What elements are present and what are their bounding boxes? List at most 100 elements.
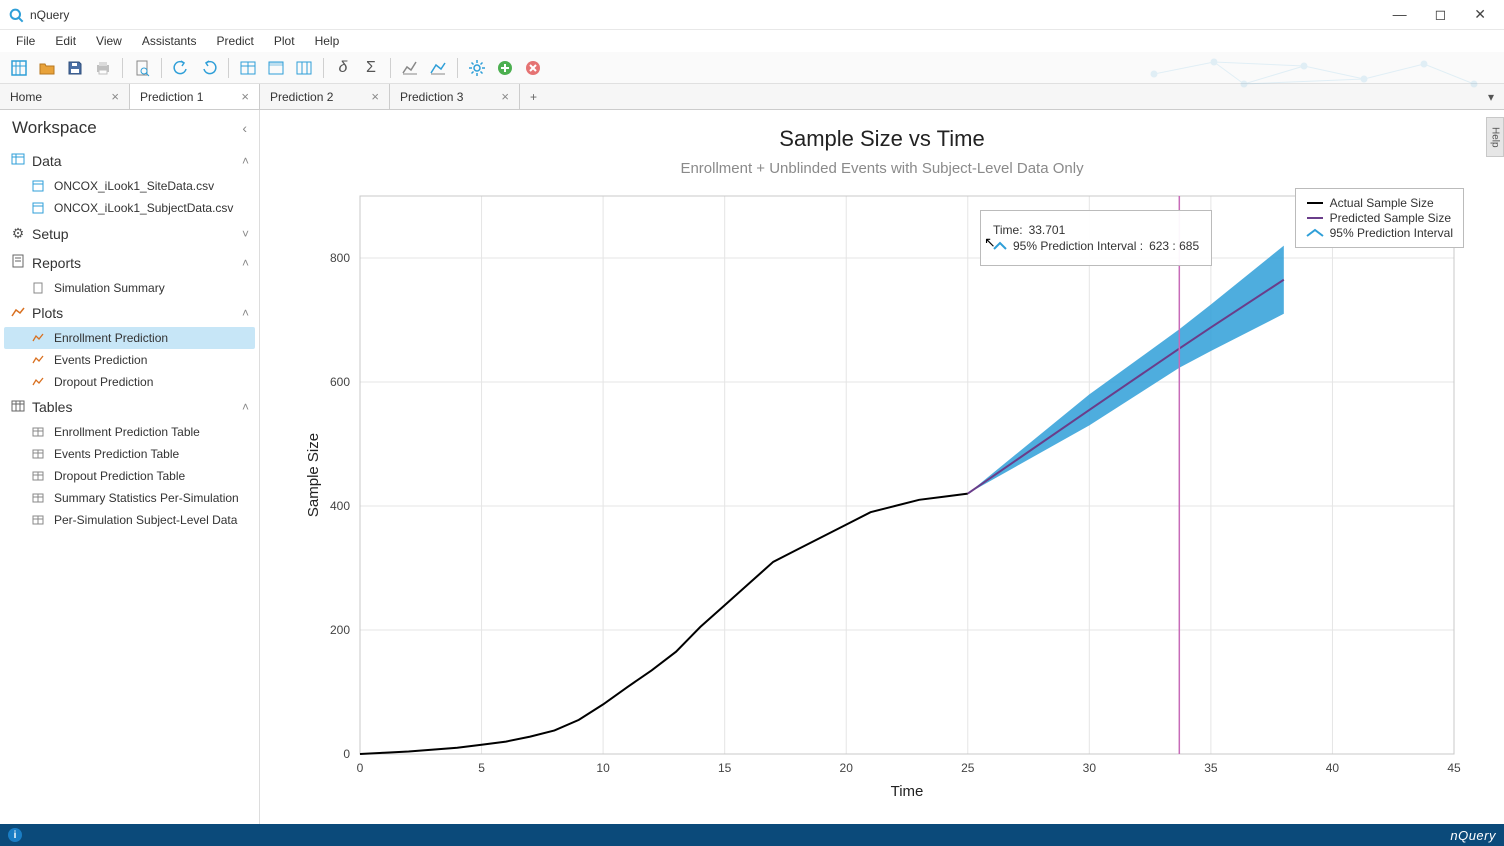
print-button[interactable] (90, 55, 116, 81)
tab-home[interactable]: Home× (0, 84, 130, 109)
menu-predict[interactable]: Predict (209, 32, 262, 50)
svg-text:Sample Size: Sample Size (305, 433, 322, 517)
preview-button[interactable] (129, 55, 155, 81)
tab-prediction1[interactable]: Prediction 1× (130, 84, 260, 109)
table-item-persim[interactable]: Per-Simulation Subject-Level Data (4, 509, 255, 531)
legend-item: 95% Prediction Interval (1330, 226, 1453, 240)
plot-icon (32, 333, 48, 343)
legend-item: Actual Sample Size (1330, 196, 1434, 210)
help-tab[interactable]: Help (1486, 117, 1504, 157)
table-item-summary[interactable]: Summary Statistics Per-Simulation (4, 487, 255, 509)
tooltip-time-label: Time: (993, 223, 1023, 237)
chart-title: Sample Size vs Time (260, 126, 1504, 152)
table2-button[interactable] (263, 55, 289, 81)
svg-text:30: 30 (1083, 761, 1097, 775)
data-item-site[interactable]: ONCOX_iLook1_SiteData.csv (4, 175, 255, 197)
plot-item-events[interactable]: Events Prediction (4, 349, 255, 371)
svg-text:600: 600 (330, 375, 350, 389)
tab-overflow-button[interactable]: ▾ (1478, 84, 1504, 109)
svg-text:40: 40 (1326, 761, 1340, 775)
close-button[interactable]: ✕ (1474, 6, 1486, 23)
svg-text:25: 25 (961, 761, 975, 775)
status-brand: nQuery (1450, 828, 1496, 843)
save-button[interactable] (62, 55, 88, 81)
section-plots[interactable]: Plots ˄ (4, 299, 255, 327)
menu-assistants[interactable]: Assistants (134, 32, 205, 50)
remove-button[interactable] (520, 55, 546, 81)
section-label: Tables (32, 399, 72, 415)
chart-panel: Help Sample Size vs Time Enrollment + Un… (260, 110, 1504, 824)
data-item-subject[interactable]: ONCOX_iLook1_SubjectData.csv (4, 197, 255, 219)
table-item-enroll[interactable]: Enrollment Prediction Table (4, 421, 255, 443)
table-item-dropout[interactable]: Dropout Prediction Table (4, 465, 255, 487)
item-label: Summary Statistics Per-Simulation (54, 491, 239, 505)
table-icon (10, 399, 26, 415)
title-bar: nQuery — ◻ ✕ (0, 0, 1504, 30)
grid-icon (32, 515, 48, 525)
tab-close-icon[interactable]: × (241, 89, 249, 104)
tab-close-icon[interactable]: × (111, 89, 119, 104)
menu-help[interactable]: Help (307, 32, 348, 50)
menu-edit[interactable]: Edit (47, 32, 84, 50)
table1-button[interactable] (235, 55, 261, 81)
item-label: ONCOX_iLook1_SubjectData.csv (54, 201, 233, 215)
menu-file[interactable]: File (8, 32, 43, 50)
status-bar: i nQuery (0, 824, 1504, 846)
tooltip-pi-value: 623 : 685 (1149, 239, 1199, 253)
tab-close-icon[interactable]: × (501, 89, 509, 104)
table-item-events[interactable]: Events Prediction Table (4, 443, 255, 465)
sigma-button[interactable]: Σ (358, 55, 384, 81)
tab-prediction2[interactable]: Prediction 2× (260, 84, 390, 109)
report-icon (10, 254, 26, 271)
item-label: Events Prediction (54, 353, 147, 367)
grid-icon (32, 449, 48, 459)
report-item-simsummary[interactable]: Simulation Summary (4, 277, 255, 299)
tab-label: Prediction 3 (400, 90, 463, 104)
menu-plot[interactable]: Plot (266, 32, 303, 50)
svg-text:10: 10 (596, 761, 610, 775)
section-tables[interactable]: Tables ˄ (4, 393, 255, 421)
redo-button[interactable] (196, 55, 222, 81)
section-data[interactable]: Data ˄ (4, 146, 255, 175)
tab-strip: Home× Prediction 1× Prediction 2× Predic… (0, 84, 1504, 110)
chart1-button[interactable] (397, 55, 423, 81)
tab-add-button[interactable]: + (520, 84, 547, 109)
minimize-button[interactable]: — (1393, 6, 1407, 23)
delta-button[interactable]: δ (330, 55, 356, 81)
section-reports[interactable]: Reports ˄ (4, 248, 255, 277)
svg-text:20: 20 (840, 761, 854, 775)
open-button[interactable] (34, 55, 60, 81)
legend-item: Predicted Sample Size (1330, 211, 1451, 225)
item-label: Per-Simulation Subject-Level Data (54, 513, 237, 527)
chart2-button[interactable] (425, 55, 451, 81)
table3-button[interactable] (291, 55, 317, 81)
maximize-button[interactable]: ◻ (1435, 6, 1447, 23)
tab-close-icon[interactable]: × (371, 89, 379, 104)
info-icon[interactable]: i (8, 828, 22, 842)
svg-text:Time: Time (891, 783, 924, 800)
plot-icon (32, 377, 48, 387)
svg-text:200: 200 (330, 623, 350, 637)
undo-button[interactable] (168, 55, 194, 81)
add-button[interactable] (492, 55, 518, 81)
svg-text:0: 0 (343, 747, 350, 761)
item-label: Simulation Summary (54, 281, 165, 295)
chart-svg[interactable]: 0510152025303540450200400600800TimeSampl… (300, 186, 1474, 804)
svg-text:5: 5 (478, 761, 485, 775)
collapse-sidebar-button[interactable]: ‹ (242, 120, 247, 136)
file-icon (32, 202, 48, 214)
new-button[interactable] (6, 55, 32, 81)
plot-item-dropout[interactable]: Dropout Prediction (4, 371, 255, 393)
section-label: Plots (32, 305, 63, 321)
item-label: Enrollment Prediction Table (54, 425, 200, 439)
plot-item-enrollment[interactable]: Enrollment Prediction (4, 327, 255, 349)
grid-icon (32, 427, 48, 437)
section-setup[interactable]: ⚙ Setup ˅ (4, 219, 255, 248)
item-label: Enrollment Prediction (54, 331, 168, 345)
tab-prediction3[interactable]: Prediction 3 × (390, 84, 520, 109)
item-label: Dropout Prediction (54, 375, 153, 389)
menu-view[interactable]: View (88, 32, 130, 50)
app-title: nQuery (30, 8, 69, 22)
chevron-up-icon: ˄ (242, 400, 249, 414)
settings-button[interactable] (464, 55, 490, 81)
